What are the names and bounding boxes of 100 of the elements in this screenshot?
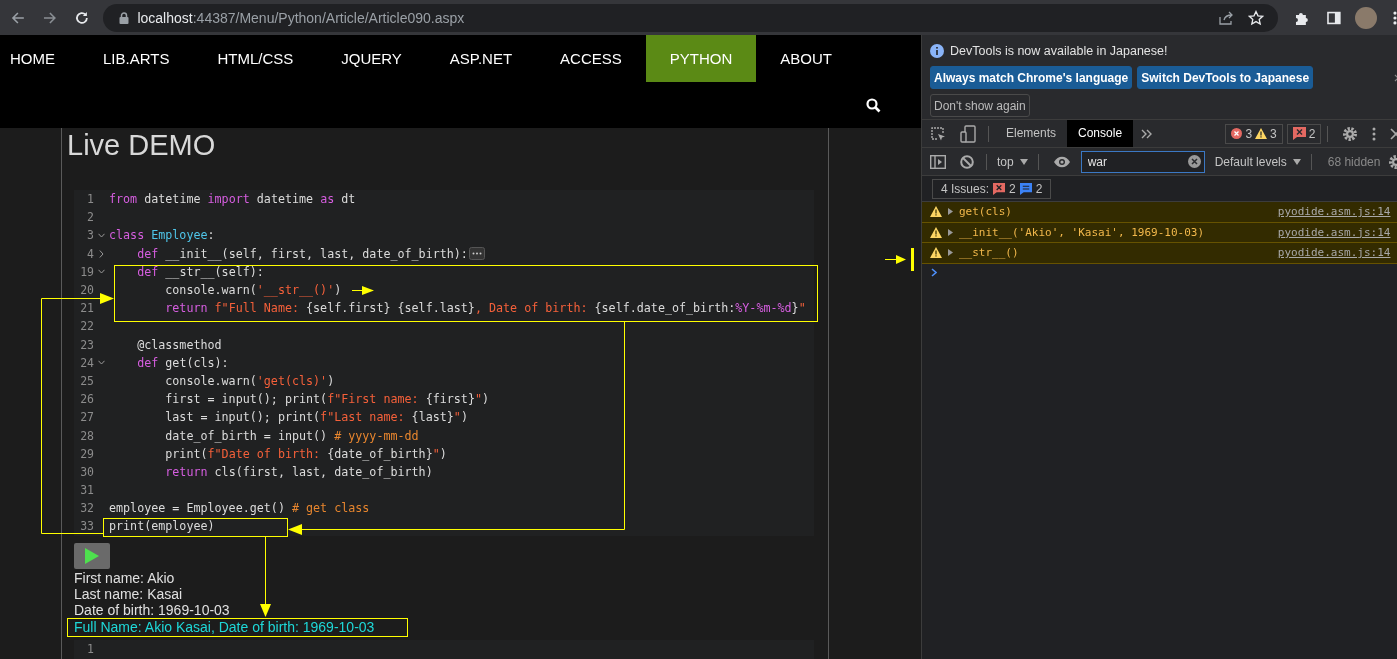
line-number: 23 [79,337,94,352]
nav-link[interactable]: HOME [0,35,79,82]
issues-counter[interactable]: 2 [1286,123,1322,144]
code-line: class Employee: [109,228,215,243]
lock-icon [119,11,130,24]
eye-icon[interactable] [1052,155,1071,168]
page-title: Live DEMO [67,128,217,162]
infobar-button[interactable]: Always match Chrome's language [930,66,1133,89]
inspect-icon[interactable] [930,125,946,142]
pointer-arrow [884,255,906,264]
line-number: 29 [79,446,94,461]
code-line: print(employee) [109,519,215,534]
caret-icon [1292,158,1301,165]
log-levels-dropdown[interactable]: Default levels [1210,154,1305,169]
source-link[interactable]: pyodide.asm.js:14 [1277,246,1391,260]
more-tabs-icon[interactable] [1141,128,1154,139]
warning-icon [930,247,942,259]
nav-link[interactable]: ABOUT [756,35,856,82]
code-line: return cls(first, last, date_of_birth) [164,464,433,479]
caret-icon [1019,158,1028,165]
marker-bar [911,248,914,271]
output-line: First name: Akio [74,569,175,586]
nav-link[interactable]: HTML/CSS [193,35,318,82]
line-number: 32 [79,501,94,516]
code-line: @classmethod [136,337,222,352]
search-icon[interactable] [866,97,881,113]
code-line: date_of_birth = input() # yyyy-mm-dd [164,428,419,443]
info-icon [930,44,944,58]
message-text: __str__() [959,246,1019,260]
chevron-down-icon[interactable] [97,232,105,238]
error-warning-counter[interactable]: 3 3 [1225,123,1283,144]
nav-link[interactable]: JQUERY [317,35,426,82]
chevron-down-icon[interactable] [97,269,105,275]
code-line: def __str__(self): [136,264,264,279]
nav-link[interactable]: LIB.ARTS [79,35,194,82]
kebab-menu-icon[interactable] [1372,126,1377,141]
message-text: get(cls) [959,205,1012,219]
device-icon[interactable] [960,124,976,143]
code-line: return f"Full Name: {self.first} {self.last}, Date of birth: {self.date_of_birth:%Y-%m-%d}" [164,301,806,316]
nav-link[interactable]: PYTHON [645,35,757,82]
error-icon [1231,128,1243,139]
nav-link[interactable]: ASP.NET [425,35,537,82]
sidebar-icon[interactable] [1325,9,1342,26]
output-line: Last name: Kasai [74,585,183,602]
code-line: from datetime import datetime as dt [109,192,356,207]
code-line: print(f"Date of birth: {date_of_birth}") [164,446,447,461]
line-number: 24 [79,355,94,370]
ellipsis-icon[interactable] [468,247,485,261]
expand-triangle-icon[interactable] [948,249,953,257]
code-line: console.warn('get(cls)') [164,373,335,388]
message-icon [1019,182,1032,195]
chevron-right-icon[interactable] [98,249,104,258]
issue-icon [993,182,1006,195]
line-number: 30 [79,464,94,479]
line-number: 3 [86,228,94,243]
play-icon [84,546,100,565]
devtools-tab[interactable]: Console [1067,120,1134,147]
chevron-down-icon[interactable] [97,360,105,366]
source-link[interactable]: pyodide.asm.js:14 [1277,225,1391,239]
code-line: console.warn('__str__()') [164,283,342,298]
code-line: def __init__(self, first, last, date_of_birth): [136,246,468,261]
kebab-menu-icon[interactable] [1393,9,1397,26]
line-number: 20 [79,283,94,298]
prompt-chevron-icon[interactable] [931,268,937,277]
line-number: 33 [79,519,94,534]
sidebar-toggle-icon[interactable] [930,154,946,169]
issues-button[interactable]: 4 Issues: 2 2 [932,178,1052,199]
avatar[interactable] [1355,6,1378,29]
source-link[interactable]: pyodide.asm.js:14 [1277,205,1391,219]
output-line: Date of birth: 1969-10-03 [74,601,230,618]
address-bar[interactable]: localhost:44387/Menu/Python/Article/Article090.aspx [103,3,1278,32]
clear-console-icon[interactable] [960,154,974,169]
line-number: 25 [79,373,94,388]
reload-icon[interactable] [73,9,90,26]
clear-icon[interactable] [1187,155,1201,168]
settings-icon[interactable] [1342,125,1359,142]
line-number: 22 [79,319,94,334]
filter-field[interactable]: war [1080,150,1205,173]
devtools-tab[interactable]: Elements [995,120,1068,147]
share-icon[interactable] [1217,9,1234,26]
issue-icon [1292,127,1306,140]
line-number: 28 [79,428,94,443]
run-button[interactable] [74,542,110,569]
input-editor[interactable]: 1 [74,639,814,659]
infobar-button[interactable]: Switch DevTools to Japanese [1137,66,1314,89]
star-icon[interactable] [1247,9,1264,26]
code-line: first = input(); print(f"First name: {first}") [164,392,489,407]
infobar-button[interactable]: Don't show again [930,94,1030,117]
warning-icon [930,226,942,238]
expand-triangle-icon[interactable] [948,228,953,236]
line-number: 4 [86,246,94,261]
warning-icon [1255,128,1268,139]
message-text: __init__('Akio', 'Kasai', 1969-10-03) [959,225,1205,239]
nav-link[interactable]: ACCESS [536,35,646,82]
line-number: 31 [79,483,94,498]
line-number: 27 [79,410,94,425]
expand-triangle-icon[interactable] [948,208,953,216]
line-number: 26 [79,392,94,407]
context-dropdown[interactable]: top [993,154,1032,169]
hidden-count: 68 hidden [1327,154,1381,169]
